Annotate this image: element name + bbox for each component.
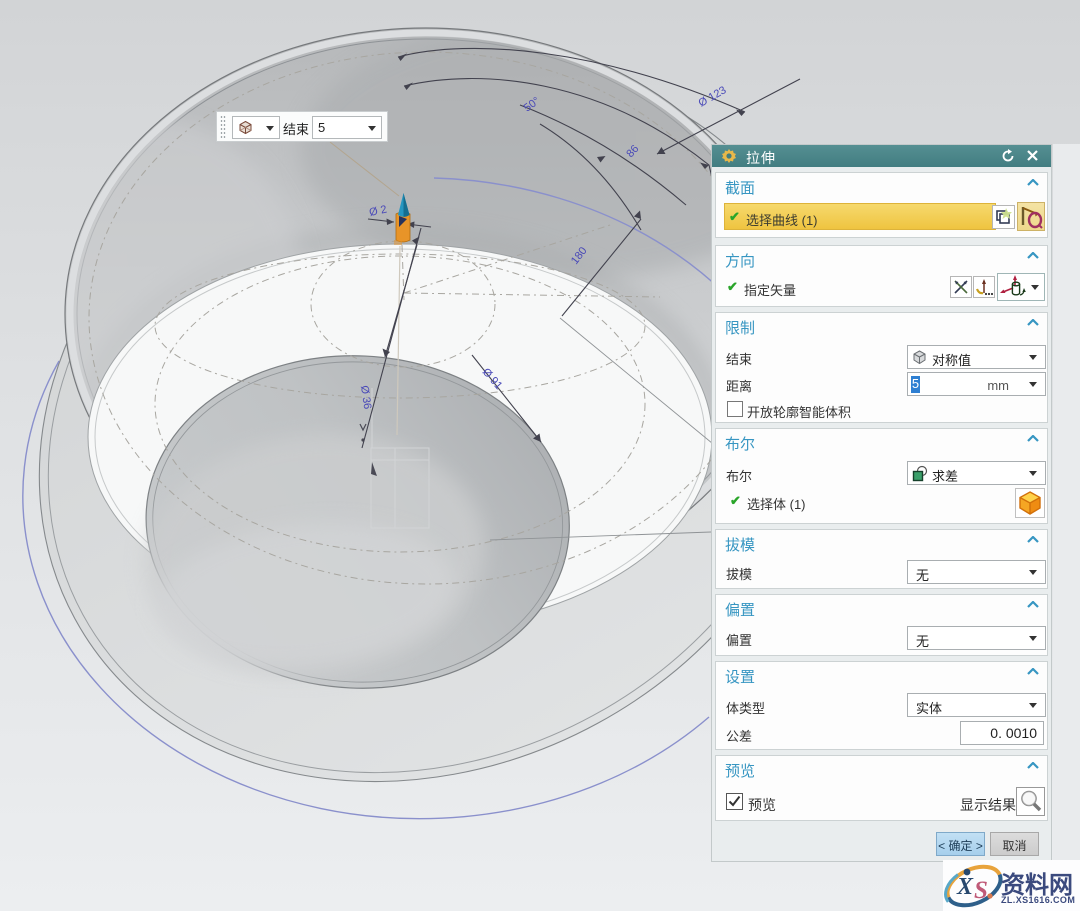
svg-text:X: X — [956, 874, 974, 900]
svg-text:Ø 123: Ø 123 — [697, 84, 729, 109]
svg-text:S: S — [974, 877, 988, 904]
svg-text:ZL.XS1616.COM: ZL.XS1616.COM — [1001, 895, 1075, 905]
